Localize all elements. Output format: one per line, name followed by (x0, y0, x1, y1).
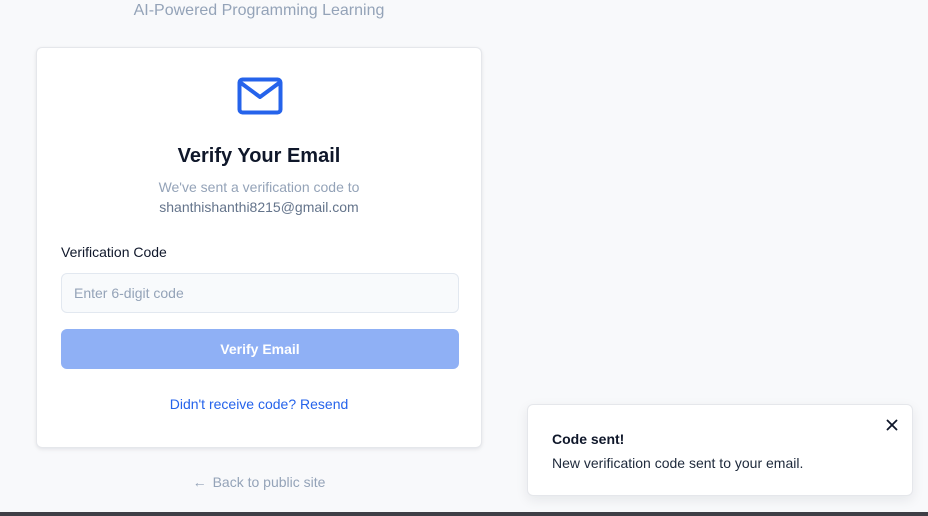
verification-code-input[interactable] (61, 273, 459, 313)
toast-notification: Code sent! New verification code sent to… (527, 404, 913, 496)
card-title: Verify Your Email (177, 145, 341, 167)
resend-code-link[interactable]: Didn't receive code? Resend (37, 396, 481, 412)
back-link-label: Back to public site (212, 474, 326, 490)
back-to-public-site-link[interactable]: ← Back to public site (36, 474, 482, 490)
app-tagline: AI-Powered Programming Learning (133, 2, 385, 19)
subtitle-text: We've sent a verification code to (158, 179, 360, 195)
verification-code-label: Verification Code (61, 244, 167, 260)
mail-icon (237, 77, 283, 115)
toast-message: New verification code sent to your email… (552, 455, 804, 471)
verify-email-card: Verify Your Email We've sent a verificat… (36, 47, 482, 448)
window-bottom-edge (0, 512, 928, 516)
page: AI-Powered Programming Learning Verify Y… (0, 0, 928, 516)
verify-email-button[interactable]: Verify Email (61, 329, 459, 369)
close-icon[interactable] (884, 417, 900, 433)
arrow-left-icon: ← (192, 474, 207, 490)
email-address: shanthishanthi8215@gmail.com (159, 199, 359, 215)
toast-title: Code sent! (552, 431, 625, 447)
card-subtitle: We've sent a verification code to shanth… (37, 177, 481, 217)
